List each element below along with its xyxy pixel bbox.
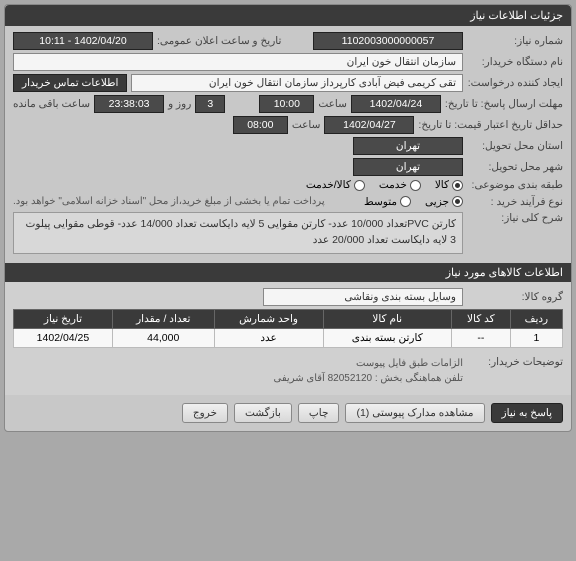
col-date[interactable]: تاریخ نیاز bbox=[14, 309, 113, 328]
col-qty[interactable]: تعداد / مقدار bbox=[112, 309, 214, 328]
table-header-row: ردیف کد کالا نام کالا واحد شمارش تعداد /… bbox=[14, 309, 563, 328]
col-row[interactable]: ردیف bbox=[510, 309, 562, 328]
cell-unit: عدد bbox=[214, 328, 323, 347]
radio-medium-label: متوسط bbox=[364, 196, 397, 208]
panel-header: جزئیات اطلاعات نیاز bbox=[5, 5, 571, 26]
col-code[interactable]: کد کالا bbox=[451, 309, 510, 328]
buyer-notes-block: الزامات طبق فایل پیوست تلفن هماهنگی بخش … bbox=[13, 356, 463, 386]
radio-both-label: کالا/خدمت bbox=[306, 179, 351, 191]
back-button[interactable]: بازگشت bbox=[234, 403, 292, 423]
province-value: تهران bbox=[353, 137, 463, 155]
radio-service-label: خدمت bbox=[379, 179, 407, 191]
days-remaining-value: 3 bbox=[195, 95, 225, 113]
credit-date-value: 1402/04/27 bbox=[324, 116, 414, 134]
city-value: تهران bbox=[353, 158, 463, 176]
attachments-button[interactable]: مشاهده مدارک پیوستی (1) bbox=[345, 403, 484, 423]
buyer-notes-line1: الزامات طبق فایل پیوست bbox=[13, 356, 463, 371]
buyer-org-value: سازمان انتقال خون ایران bbox=[13, 53, 463, 71]
col-unit[interactable]: واحد شمارش bbox=[214, 309, 323, 328]
need-no-label: شماره نیاز: bbox=[467, 35, 563, 47]
time-label-2: ساعت bbox=[292, 119, 321, 131]
requester-label: ایجاد کننده درخواست: bbox=[467, 77, 563, 89]
countdown-value: 23:38:03 bbox=[94, 95, 164, 113]
payment-note: پرداخت تمام یا بخشی از مبلغ خرید،از محل … bbox=[13, 194, 325, 209]
need-no-value: 1102003000000057 bbox=[313, 32, 463, 50]
form-area: شماره نیاز: 1102003000000057 تاریخ و ساع… bbox=[5, 26, 571, 263]
radio-service[interactable]: خدمت bbox=[379, 179, 421, 191]
radio-dot-icon bbox=[410, 180, 421, 191]
process-label: نوع فرآیند خرید : bbox=[467, 196, 563, 208]
cell-name: کارتن بسته بندی bbox=[323, 328, 451, 347]
city-label: شهر محل تحویل: bbox=[467, 161, 563, 173]
table-row[interactable]: 1 -- کارتن بسته بندی عدد 44,000 1402/04/… bbox=[14, 328, 563, 347]
radio-minor-label: جزیی bbox=[425, 196, 449, 208]
radio-dot-icon bbox=[452, 180, 463, 191]
requester-value: تقی کریمی فیض آبادی کارپرداز سازمان انتق… bbox=[131, 74, 463, 92]
radio-minor[interactable]: جزیی bbox=[425, 196, 463, 208]
goods-section-header: اطلاعات کالاهای مورد نیاز bbox=[5, 263, 571, 282]
subject-cat-group: کالا خدمت کالا/خدمت bbox=[306, 179, 463, 191]
remaining-label: ساعت باقی مانده bbox=[13, 98, 90, 110]
radio-dot-icon bbox=[354, 180, 365, 191]
cell-row: 1 bbox=[510, 328, 562, 347]
respond-button[interactable]: پاسخ به نیاز bbox=[491, 403, 563, 423]
announce-label: تاریخ و ساعت اعلان عمومی: bbox=[157, 35, 281, 47]
radio-both[interactable]: کالا/خدمت bbox=[306, 179, 365, 191]
need-details-panel: جزئیات اطلاعات نیاز شماره نیاز: 11020030… bbox=[4, 4, 572, 432]
announce-value: 1402/04/20 - 10:11 bbox=[13, 32, 153, 50]
radio-dot-icon bbox=[452, 196, 463, 207]
time-label-1: ساعت bbox=[318, 98, 347, 110]
footer-buttons: پاسخ به نیاز مشاهده مدارک پیوستی (1) چاپ… bbox=[5, 395, 571, 431]
contact-info-button[interactable]: اطلاعات تماس خریدار bbox=[13, 74, 127, 92]
radio-goods[interactable]: کالا bbox=[435, 179, 463, 191]
cell-date: 1402/04/25 bbox=[14, 328, 113, 347]
radio-goods-label: کالا bbox=[435, 179, 449, 191]
desc-value: کارتن PVCتعداد 10/000 عدد- کارتن مقوایی … bbox=[13, 212, 463, 254]
exit-button[interactable]: خروج bbox=[182, 403, 228, 423]
reply-deadline-label: مهلت ارسال پاسخ: تا تاریخ: bbox=[445, 98, 563, 110]
reply-time-value: 10:00 bbox=[259, 95, 314, 113]
col-name[interactable]: نام کالا bbox=[323, 309, 451, 328]
buyer-notes-line2: تلفن هماهنگی بخش : 82052120 آقای شریفی bbox=[13, 371, 463, 386]
day-and-label: روز و bbox=[168, 98, 191, 110]
buyer-notes-label: توضیحات خریدار: bbox=[467, 356, 563, 368]
goods-group-label: گروه کالا: bbox=[467, 291, 563, 303]
province-label: استان محل تحویل: bbox=[467, 140, 563, 152]
buyer-org-label: نام دستگاه خریدار: bbox=[467, 56, 563, 68]
credit-time-value: 08:00 bbox=[233, 116, 288, 134]
goods-panel: گروه کالا: وسایل بسته بندی ونقاشی ردیف ک… bbox=[5, 282, 571, 395]
process-group: جزیی متوسط bbox=[364, 196, 463, 208]
cell-code: -- bbox=[451, 328, 510, 347]
radio-dot-icon bbox=[400, 196, 411, 207]
radio-medium[interactable]: متوسط bbox=[364, 196, 411, 208]
goods-group-value: وسایل بسته بندی ونقاشی bbox=[263, 288, 463, 306]
reply-date-value: 1402/04/24 bbox=[351, 95, 441, 113]
subject-cat-label: طبقه بندی موضوعی: bbox=[467, 179, 563, 191]
desc-label: شرح کلی نیاز: bbox=[467, 212, 563, 224]
cell-qty: 44,000 bbox=[112, 328, 214, 347]
goods-table: ردیف کد کالا نام کالا واحد شمارش تعداد /… bbox=[13, 309, 563, 348]
print-button[interactable]: چاپ bbox=[298, 403, 340, 423]
credit-until-label: حداقل تاریخ اعتبار قیمت: تا تاریخ: bbox=[418, 119, 563, 131]
